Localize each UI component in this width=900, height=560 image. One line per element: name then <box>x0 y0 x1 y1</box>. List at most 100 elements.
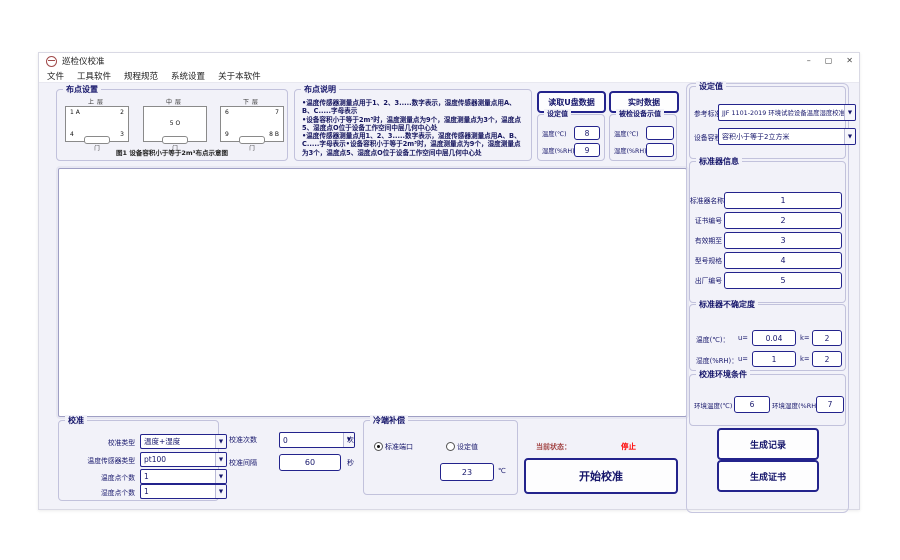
standard-info-group: 标准器信息 标准器名称 1 证书编号 2 有效期至 3 型号规格 4 出厂编号 … <box>689 161 846 303</box>
layer-bottom-diagram: 下层 6 7 9 8 B 门 <box>220 99 284 152</box>
reference-standard-value: JJF 1101-2019 环境试验设备温度湿度校准规范 <box>722 108 856 117</box>
uncertainty-group: 标准器不确定度 温度(℃)： u= 0.04 k= 2 湿度(%RH)： u= … <box>689 304 846 371</box>
device-volume-value: 容积小于等于2立方米 <box>722 132 789 142</box>
calibration-type-value: 温度+湿度 <box>144 436 180 447</box>
point-label: 9 <box>225 132 229 138</box>
interval-label: 校准间隔 <box>229 458 257 468</box>
layer-top-box: 1 A 2 4 3 <box>65 106 129 142</box>
maximize-button[interactable]: ▢ <box>825 53 833 69</box>
set-temp-value[interactable]: 8 <box>574 126 600 140</box>
placement-caption: 图1 设备容积小于等于2m³布点示意图 <box>57 147 287 157</box>
count-value: 0 <box>283 436 288 445</box>
valid-until-input[interactable]: 3 <box>724 232 842 249</box>
calibration-title: 校准 <box>65 415 87 426</box>
minimize-button[interactable]: – <box>807 53 811 69</box>
current-status-label: 当前状态： <box>536 442 571 452</box>
model-spec-label: 型号规格 <box>690 255 722 265</box>
uncertainty-temp-k-input[interactable]: 2 <box>812 330 842 346</box>
placement-notes-group: 布点说明 •温度传感器测量点用于1、2、3.....数字表示，湿度传感器测量点用… <box>294 89 532 161</box>
device-temp-label: 温度(℃) <box>614 129 639 138</box>
generate-record-button[interactable]: 生成记录 <box>717 428 819 460</box>
certificate-no-label: 证书编号 <box>690 215 722 225</box>
set-values-group: 设定值 温度(℃) 8 湿度(%RH) 9 <box>537 114 605 161</box>
calibration-type-select[interactable]: 温度+湿度 ▼ <box>140 434 227 449</box>
sensor-type-label: 温度传感器类型 <box>61 455 135 465</box>
env-temp-input[interactable]: 6 <box>734 396 770 413</box>
calibration-type-label: 校准类型 <box>61 437 135 447</box>
temp-points-value: 1 <box>144 472 149 481</box>
start-calibration-button[interactable]: 开始校准 <box>524 458 678 494</box>
calibration-group: 校准 校准类型 温度+湿度 ▼ 温度传感器类型 pt100 ▼ 温度点个数 1 … <box>58 420 219 501</box>
hum-points-value: 1 <box>144 487 149 496</box>
door-shape <box>239 136 265 144</box>
environment-group: 校准环境条件 环境温度(℃) 6 环境湿度(%RH) 7 <box>689 374 846 426</box>
set-temp-label: 温度(℃) <box>542 129 567 138</box>
note-line: •温度传感器测量点用于1、2、3.....数字表示，湿度传感器测量点用A、B、C… <box>302 99 526 116</box>
cold-junction-title: 冷端补偿 <box>370 415 408 426</box>
cold-junction-unit: ℃ <box>498 467 506 475</box>
device-hum-label: 湿度(%RH) <box>614 146 647 155</box>
device-temp-value[interactable] <box>646 126 674 140</box>
temp-points-select[interactable]: 1 ▼ <box>140 469 227 484</box>
interval-unit: 秒 <box>347 458 354 468</box>
placement-settings-group: 布点设置 上层 1 A 2 4 3 门 中层 5 O 门 <box>56 89 288 161</box>
count-select[interactable]: 0 ▼ <box>279 432 355 448</box>
layer-middle-box: 5 O <box>143 106 207 142</box>
menu-tools[interactable]: 工具软件 <box>77 70 111 82</box>
reference-settings-group: 设定值 参考标准 JJF 1101-2019 环境试验设备温度湿度校准规范 ▼ … <box>689 86 846 159</box>
reference-settings-title: 设定值 <box>696 81 726 92</box>
menu-settings[interactable]: 系统设置 <box>171 70 205 82</box>
standard-name-input[interactable]: 1 <box>724 192 842 209</box>
device-values-title: 被检设备示值 <box>616 109 664 120</box>
menu-regulations[interactable]: 规程规范 <box>124 70 158 82</box>
door-shape <box>84 136 110 144</box>
uncertainty-hum-u-input[interactable]: 1 <box>752 351 796 367</box>
generate-certificate-button[interactable]: 生成证书 <box>717 460 819 492</box>
chevron-down-icon: ▼ <box>844 129 855 144</box>
env-hum-input[interactable]: 7 <box>816 396 844 413</box>
standard-name-label: 标准器名称 <box>690 195 722 205</box>
environment-title: 校准环境条件 <box>696 369 750 380</box>
hum-points-select[interactable]: 1 ▼ <box>140 484 227 499</box>
point-label: 3 <box>120 132 124 138</box>
cold-junction-input[interactable]: 23 <box>440 463 494 481</box>
set-hum-value[interactable]: 9 <box>574 143 600 157</box>
placement-notes-text: •温度传感器测量点用于1、2、3.....数字表示，湿度传感器测量点用A、B、C… <box>302 99 526 157</box>
model-spec-input[interactable]: 4 <box>724 252 842 269</box>
layer-bottom-box: 6 7 9 8 B <box>220 106 284 142</box>
close-button[interactable]: ✕ <box>846 53 853 69</box>
chevron-down-icon: ▼ <box>215 485 226 498</box>
uncertainty-temp-u-input[interactable]: 0.04 <box>752 330 796 346</box>
serial-no-input[interactable]: 5 <box>724 272 842 289</box>
menu-about[interactable]: 关于本软件 <box>218 70 261 82</box>
serial-no-label: 出厂编号 <box>690 275 722 285</box>
count-unit: 次 <box>347 435 354 445</box>
point-label: 7 <box>275 110 279 116</box>
point-label: 4 <box>70 132 74 138</box>
device-hum-value[interactable] <box>646 143 674 157</box>
status-badge: 停止 <box>621 441 636 452</box>
door-shape <box>162 136 188 144</box>
desktop: 巡检仪校准 – ▢ ✕ 文件 工具软件 规程规范 系统设置 关于本软件 布点设置… <box>0 0 900 560</box>
certificate-no-input[interactable]: 2 <box>724 212 842 229</box>
set-values-title: 设定值 <box>544 109 571 120</box>
data-display-area <box>58 168 687 417</box>
point-label: 1 A <box>70 110 80 116</box>
device-values-group: 被检设备示值 温度(℃) 湿度(%RH) <box>609 114 677 161</box>
layer-middle-diagram: 中层 5 O 门 <box>143 99 207 152</box>
set-value-radio[interactable] <box>446 442 455 451</box>
interval-input[interactable]: 60 <box>279 454 341 471</box>
device-volume-select[interactable]: 容积小于等于2立方米 ▼ <box>718 128 856 145</box>
env-hum-label: 环境湿度(%RH) <box>772 400 819 410</box>
set-hum-label: 湿度(%RH) <box>542 146 575 155</box>
reference-standard-select[interactable]: JJF 1101-2019 环境试验设备温度湿度校准规范 ▼ <box>718 104 856 121</box>
menu-file[interactable]: 文件 <box>47 70 64 82</box>
uncertainty-hum-k-input[interactable]: 2 <box>812 351 842 367</box>
sensor-type-value: pt100 <box>144 455 166 464</box>
standard-port-radio[interactable] <box>374 442 383 451</box>
layer-bottom-label: 下层 <box>220 99 284 106</box>
layer-top-label: 上层 <box>65 99 129 106</box>
layer-middle-label: 中层 <box>143 99 207 106</box>
placement-settings-title: 布点设置 <box>63 84 101 95</box>
sensor-type-select[interactable]: pt100 ▼ <box>140 452 227 467</box>
